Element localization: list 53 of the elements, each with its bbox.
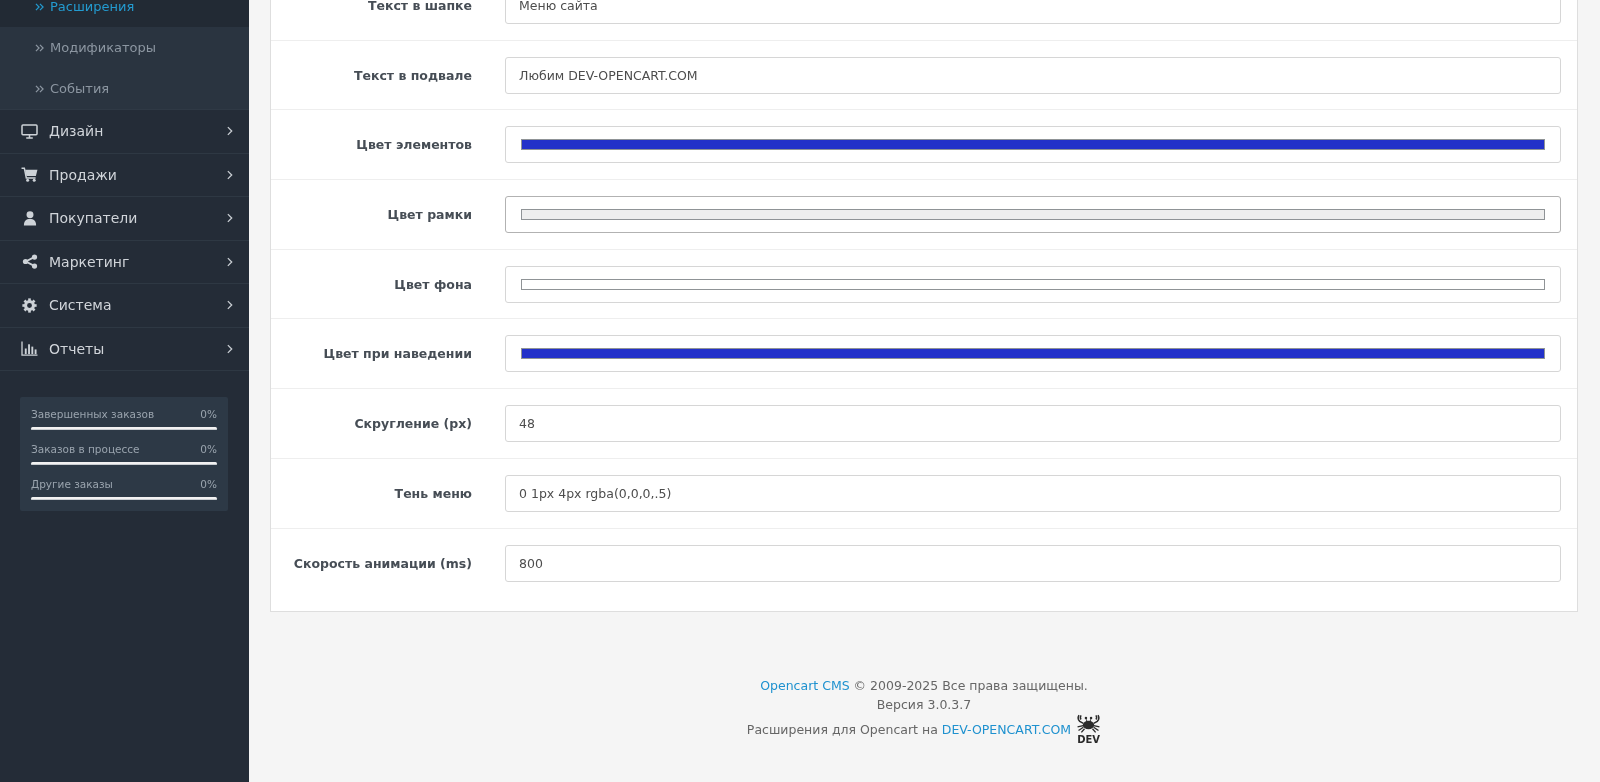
double-chevron-icon bbox=[35, 2, 44, 11]
color-field[interactable] bbox=[505, 196, 1561, 234]
field-label: Текст в шапке bbox=[366, 0, 472, 13]
double-chevron-icon bbox=[35, 84, 44, 93]
stat-value: 0% bbox=[200, 442, 217, 457]
menu-item[interactable]: Отчеты bbox=[0, 327, 249, 371]
text-field[interactable]: 800 bbox=[505, 544, 1561, 582]
field-label: Текст в подвале bbox=[352, 67, 472, 83]
text-field[interactable]: Любим DEV-OPENCART.COM bbox=[505, 56, 1561, 94]
share-icon bbox=[21, 254, 38, 270]
bar-chart-icon bbox=[21, 341, 38, 357]
logo-text: DEV bbox=[1077, 734, 1101, 746]
stat-value: 0% bbox=[200, 477, 217, 492]
chevron-right-icon bbox=[227, 256, 233, 267]
color-field[interactable] bbox=[505, 335, 1561, 373]
text-field[interactable]: 48 bbox=[505, 405, 1561, 443]
submenu-item[interactable]: Расширения bbox=[0, 0, 249, 27]
field-label: Цвет рамки bbox=[386, 207, 472, 223]
cart-icon bbox=[21, 167, 38, 183]
menu-item[interactable]: Продажи bbox=[0, 153, 249, 197]
text-field[interactable]: 0 1px 4px rgba(0,0,0,.5) bbox=[505, 474, 1561, 512]
field-label: Тень меню bbox=[393, 485, 472, 501]
chevron-right-icon bbox=[227, 169, 233, 180]
user-icon bbox=[22, 210, 37, 226]
monitor-icon bbox=[21, 123, 38, 139]
menu-item[interactable]: Маркетинг bbox=[0, 240, 249, 284]
field-label: Цвет при наведении bbox=[322, 346, 472, 362]
text-field[interactable]: Меню сайта bbox=[505, 0, 1561, 24]
field-label: Скорость анимации (ms) bbox=[292, 555, 472, 571]
chevron-right-icon bbox=[227, 213, 233, 224]
extensions-text: Расширения для Opencart на DEV-OPENCART.COM bbox=[746, 721, 1072, 740]
copyright-text: Opencart CMS © 2009-2025 Все права защищены. bbox=[759, 677, 1089, 696]
chevron-right-icon bbox=[227, 300, 233, 311]
menu-item[interactable]: Дизайн bbox=[0, 110, 249, 154]
double-chevron-icon bbox=[35, 43, 44, 52]
color-field[interactable] bbox=[505, 126, 1561, 164]
stat-label: Другие заказы bbox=[31, 477, 113, 492]
stat-label: Заказов в процессе bbox=[31, 442, 140, 457]
color-field[interactable] bbox=[505, 265, 1561, 303]
crab-icon bbox=[1076, 714, 1102, 734]
chevron-right-icon bbox=[227, 343, 233, 354]
menu-item[interactable]: Покупатели bbox=[0, 197, 249, 241]
stat-label: Завершенных заказов bbox=[31, 407, 155, 422]
submenu-item[interactable]: Модификаторы bbox=[0, 27, 249, 68]
stat-value: 0% bbox=[200, 407, 217, 422]
submenu-item[interactable]: События bbox=[0, 68, 249, 109]
chevron-right-icon bbox=[227, 126, 233, 137]
field-label: Скругление (px) bbox=[353, 416, 472, 432]
menu-item[interactable]: Система bbox=[0, 284, 249, 328]
field-label: Цвет фона bbox=[393, 276, 472, 292]
field-label: Цвет элементов bbox=[355, 137, 472, 153]
version-text: Версия 3.0.3.7 bbox=[875, 696, 973, 715]
gear-icon bbox=[22, 297, 37, 313]
